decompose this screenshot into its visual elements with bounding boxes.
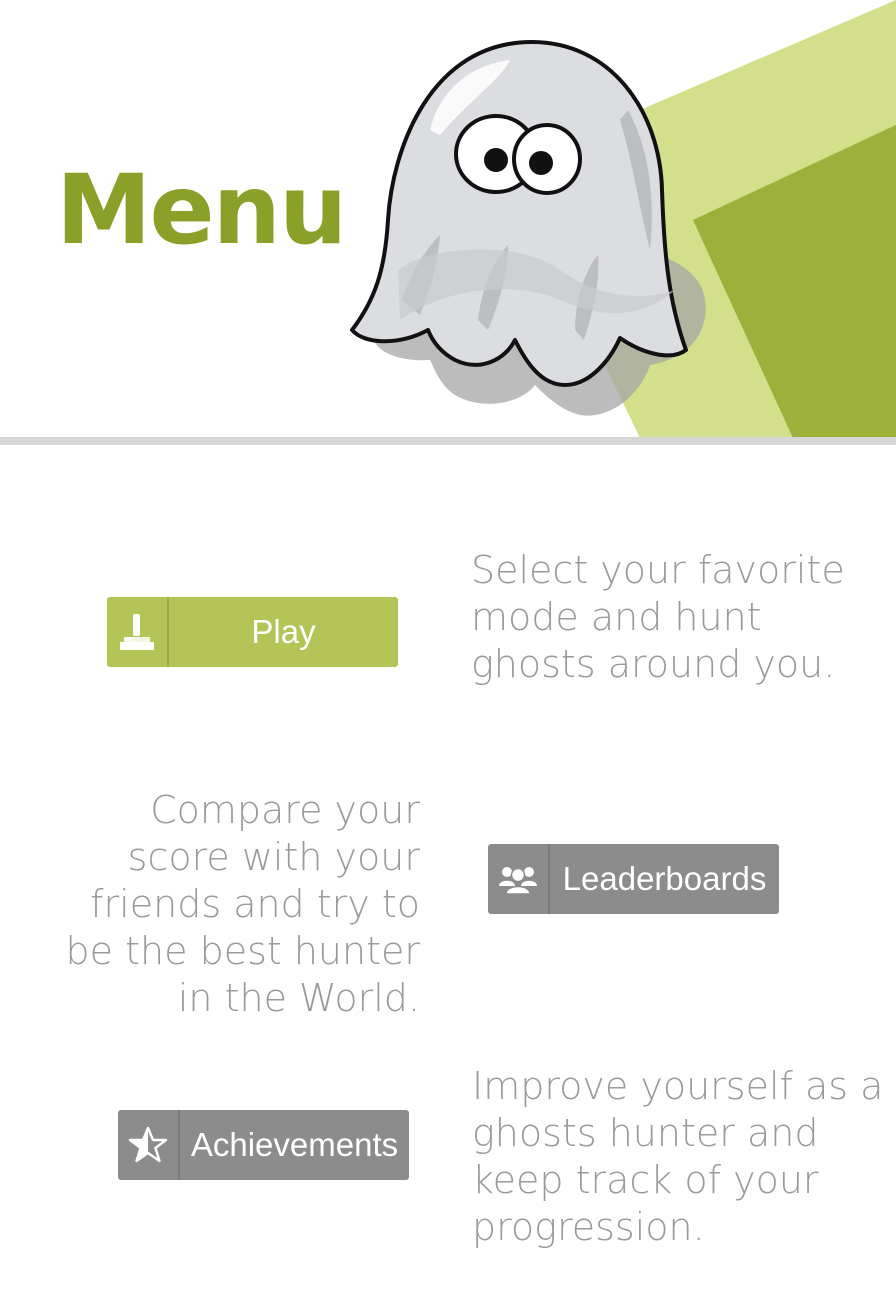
play-description: Select your favorite mode and hunt ghost… xyxy=(471,548,845,686)
leaderboards-button[interactable]: Leaderboards xyxy=(488,844,779,914)
people-group-icon xyxy=(488,844,550,914)
play-button[interactable]: Play xyxy=(107,597,398,667)
achievements-description: Improve yourself as a ghosts hunter and … xyxy=(472,1064,884,1249)
menu-header: Menu xyxy=(0,0,896,438)
play-button-label: Play xyxy=(251,613,316,650)
joystick-icon xyxy=(107,597,169,667)
header-divider xyxy=(0,437,896,445)
achievements-button[interactable]: Achievements xyxy=(118,1110,409,1180)
half-star-icon xyxy=(118,1110,180,1180)
leaderboards-button-label: Leaderboards xyxy=(562,860,767,897)
page-title: Menu xyxy=(56,154,347,266)
ghost-mascot-icon xyxy=(350,40,688,387)
achievements-button-label: Achievements xyxy=(190,1126,399,1163)
menu-screen: Menu Play Select your favorite mode and … xyxy=(0,0,896,1316)
leaderboards-description: Compare your score with your friends and… xyxy=(65,788,420,1020)
